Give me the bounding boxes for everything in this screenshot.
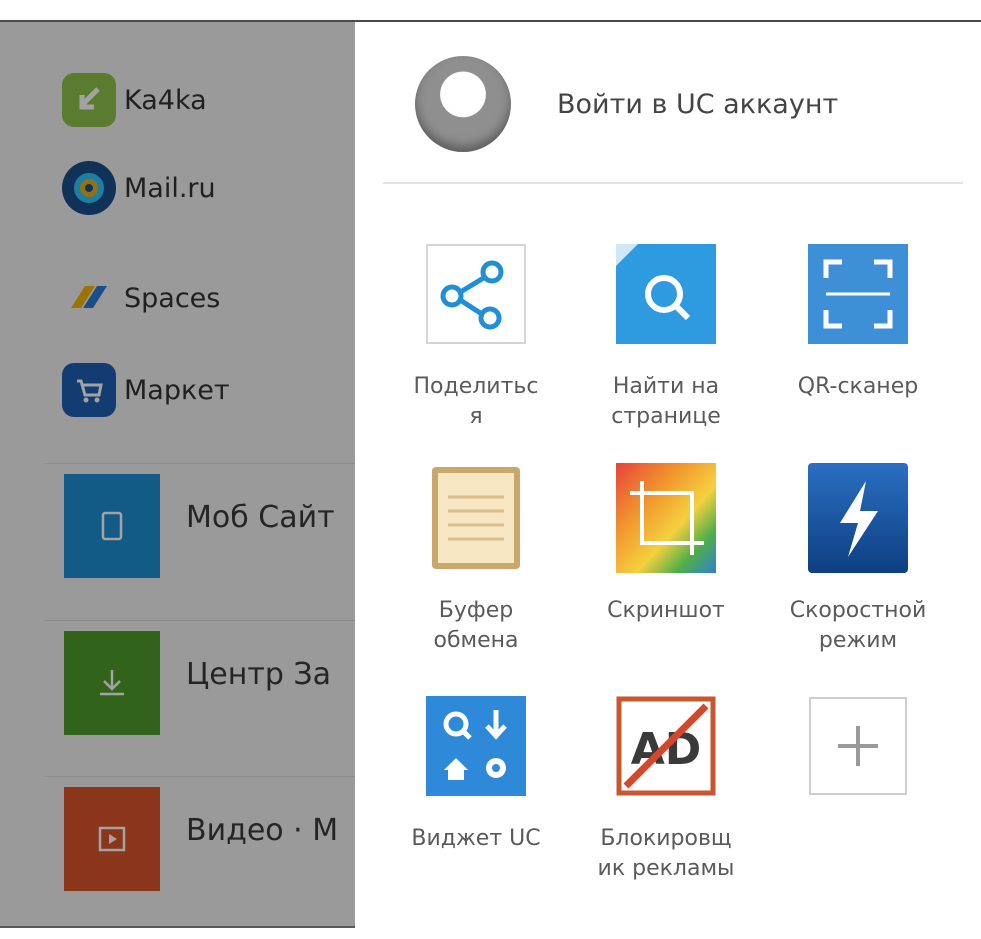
dim-overlay[interactable] xyxy=(0,0,355,939)
tool-screenshot[interactable]: Скриншот xyxy=(571,463,761,626)
login-account-button[interactable]: Войти в UC аккаунт xyxy=(415,54,838,154)
tool-label: Скриншот xyxy=(607,598,725,623)
divider xyxy=(383,182,963,184)
tool-label: Поделитьс я xyxy=(413,374,539,429)
clipboard-icon xyxy=(426,467,526,569)
browser-home-background: Ka4ka Mail.ru Spaces Маркет Моб Сайт Цен… xyxy=(0,0,355,939)
add-icon xyxy=(808,696,908,796)
tool-find-on-page[interactable]: Найти на странице xyxy=(571,244,761,432)
tool-label: QR-сканер xyxy=(797,374,919,399)
login-account-label: Войти в UC аккаунт xyxy=(557,88,839,120)
ad-blocker-icon: AD xyxy=(616,696,716,796)
bottom-frame xyxy=(0,926,981,939)
uc-widget-icon xyxy=(426,696,526,796)
speed-mode-icon xyxy=(808,463,908,573)
tool-ad-blocker[interactable]: AD Блокировщ ик рекламы xyxy=(571,696,761,884)
tool-label: Скоростной режим xyxy=(789,598,927,653)
tool-label: Блокировщ ик рекламы xyxy=(597,826,735,881)
tool-clipboard[interactable]: Буфер обмена xyxy=(381,467,571,656)
share-icon xyxy=(426,244,526,344)
tool-qr-scanner[interactable]: QR-сканер xyxy=(763,244,953,402)
qr-scanner-icon xyxy=(808,244,908,344)
avatar-icon xyxy=(415,56,511,152)
tool-speed-mode[interactable]: Скоростной режим xyxy=(763,463,953,656)
screenshot-icon xyxy=(616,463,716,573)
tools-panel: Войти в UC аккаунт Поделитьс я Найти на … xyxy=(355,22,981,926)
top-frame xyxy=(0,0,981,22)
tool-uc-widget[interactable]: Виджет UC xyxy=(381,696,571,854)
tool-label: Найти на странице xyxy=(611,374,721,429)
tool-label: Виджет UC xyxy=(411,826,541,851)
tool-label: Буфер обмена xyxy=(433,598,519,653)
tool-add[interactable] xyxy=(763,696,953,824)
find-on-page-icon xyxy=(616,244,716,344)
tool-share[interactable]: Поделитьс я xyxy=(381,244,571,432)
